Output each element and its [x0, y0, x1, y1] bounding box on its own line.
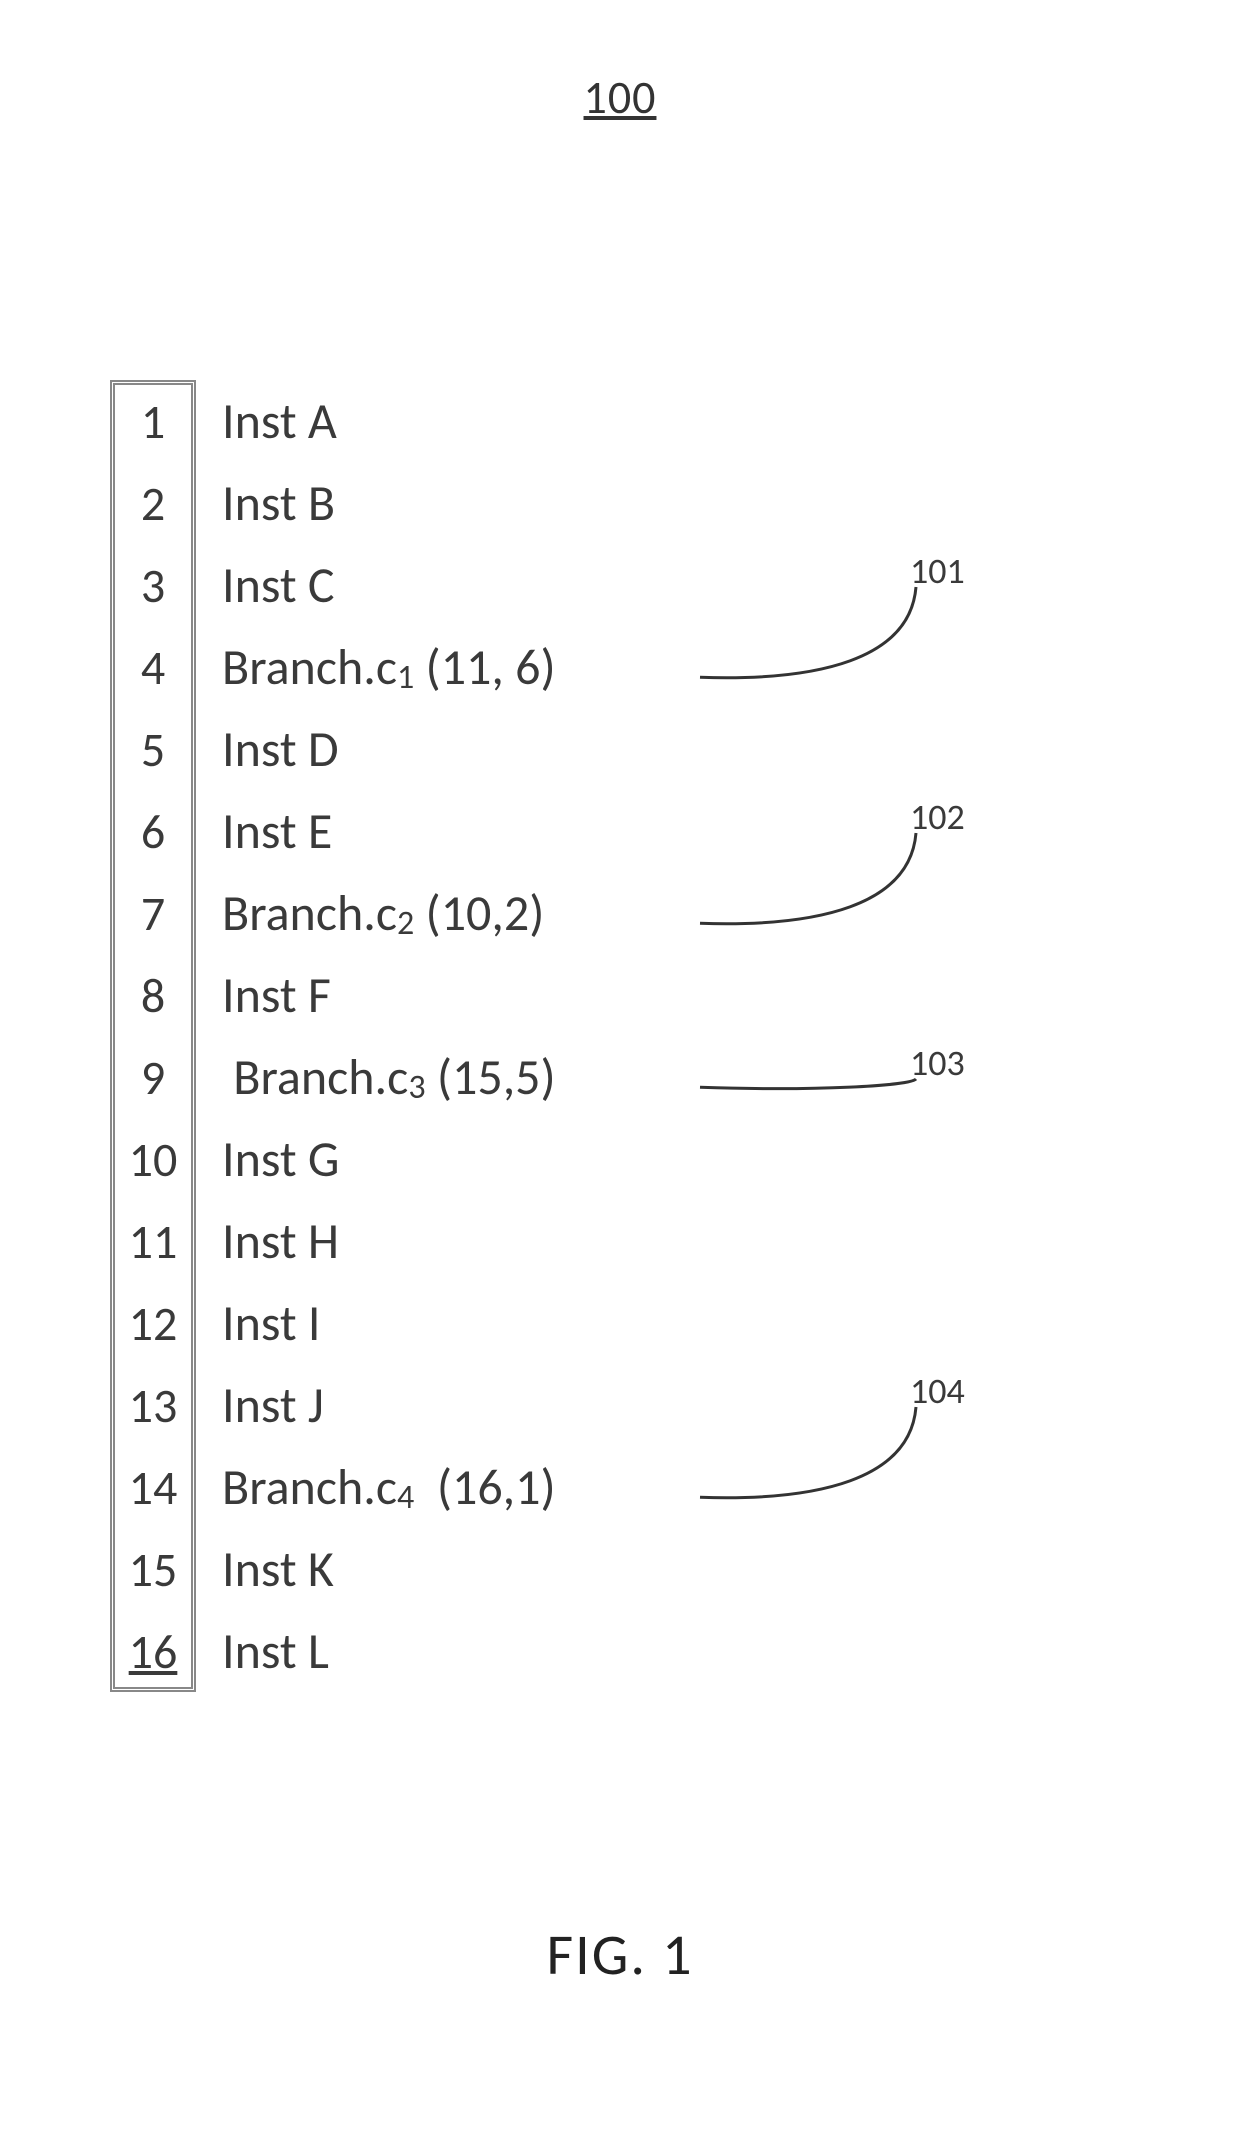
instruction-row: 15 Inst K [110, 1528, 1110, 1610]
line-number: 9 [110, 1036, 196, 1118]
line-number: 10 [110, 1118, 196, 1200]
instruction-text: Inst B [196, 473, 335, 534]
branch-targets: (16,1) [414, 1457, 555, 1518]
instruction-label: Branch.c [222, 1457, 397, 1518]
line-number: 1 [110, 380, 196, 462]
callout-leader-icon [690, 563, 946, 697]
instruction-label: Inst I [222, 1293, 321, 1354]
instruction-label: Branch.c [222, 883, 397, 944]
figure-reference-number: 100 [0, 70, 1240, 126]
instruction-row: 8 Inst F [110, 954, 1110, 1036]
branch-instruction: Branch.c1 (11, 6) [196, 637, 556, 698]
instruction-label: Inst L [222, 1621, 329, 1682]
branch-targets: (10,2) [414, 883, 544, 944]
line-number: 14 [110, 1446, 196, 1528]
condition-subscript: 3 [408, 1067, 425, 1108]
instruction-label: Inst J [222, 1375, 324, 1436]
instruction-text: Inst C [196, 555, 335, 616]
instruction-text: Inst E [196, 801, 332, 862]
instruction-row: 14Branch.c4 (16,1) [110, 1446, 1110, 1528]
instruction-text: Inst J [196, 1375, 324, 1436]
instruction-text: Inst F [196, 965, 331, 1026]
instruction-row: 10 Inst G [110, 1118, 1110, 1200]
instruction-text: Inst A [196, 391, 337, 452]
instruction-label: Inst F [222, 965, 331, 1026]
line-number: 8 [110, 954, 196, 1036]
instruction-text: Inst I [196, 1293, 321, 1354]
instruction-label: Inst H [222, 1211, 339, 1272]
callout-leader-icon [690, 1383, 946, 1517]
instruction-row: 1 Inst A [110, 380, 1110, 462]
instruction-label: Inst D [222, 719, 339, 780]
instruction-row: 12 Inst I [110, 1282, 1110, 1364]
instruction-label: Inst C [222, 555, 335, 616]
branch-instruction: Branch.c3 (15,5) [196, 1047, 556, 1108]
line-number: 3 [110, 544, 196, 626]
line-number: 13 [110, 1364, 196, 1446]
branch-targets: (15,5) [426, 1047, 556, 1108]
instruction-label: Inst G [222, 1129, 339, 1190]
instruction-label: Inst A [222, 391, 337, 452]
figure-page: 100 1Inst A2Inst B3Inst C4Branch.c1 (11,… [0, 0, 1240, 2140]
instruction-label: Inst K [222, 1539, 334, 1600]
instruction-label: Branch.c [222, 637, 397, 698]
line-number: 16 [110, 1610, 196, 1692]
instruction-label: Inst E [222, 801, 332, 862]
line-number: 7 [110, 872, 196, 954]
instruction-row: 11 Inst H [110, 1200, 1110, 1282]
branch-targets: (11, 6) [414, 637, 555, 698]
instruction-row: 5 Inst D [110, 708, 1110, 790]
instruction-label: Branch.c [222, 1047, 408, 1108]
condition-subscript: 2 [397, 903, 414, 944]
instruction-text: Inst G [196, 1129, 339, 1190]
line-number: 12 [110, 1282, 196, 1364]
instruction-row: 4Branch.c1 (11, 6) [110, 626, 1110, 708]
branch-instruction: Branch.c4 (16,1) [196, 1457, 556, 1518]
condition-subscript: 1 [397, 657, 414, 698]
instruction-text: Inst L [196, 1621, 329, 1682]
instruction-row: 2 Inst B [110, 462, 1110, 544]
line-number: 5 [110, 708, 196, 790]
line-number: 15 [110, 1528, 196, 1610]
callout-leader-icon [690, 809, 946, 943]
callout-leader-icon [690, 1055, 946, 1107]
line-number: 6 [110, 790, 196, 872]
condition-subscript: 4 [397, 1477, 414, 1518]
instruction-label: Inst B [222, 473, 335, 534]
instruction-text: Inst H [196, 1211, 339, 1272]
instruction-text: Inst D [196, 719, 339, 780]
branch-instruction: Branch.c2 (10,2) [196, 883, 544, 944]
line-number: 2 [110, 462, 196, 544]
line-number: 11 [110, 1200, 196, 1282]
figure-caption: FIG. 1 [0, 1919, 1240, 1990]
line-number: 4 [110, 626, 196, 708]
instruction-text: Inst K [196, 1539, 334, 1600]
instruction-row: 7Branch.c2 (10,2) [110, 872, 1110, 954]
instruction-row: 16 Inst L [110, 1610, 1110, 1692]
